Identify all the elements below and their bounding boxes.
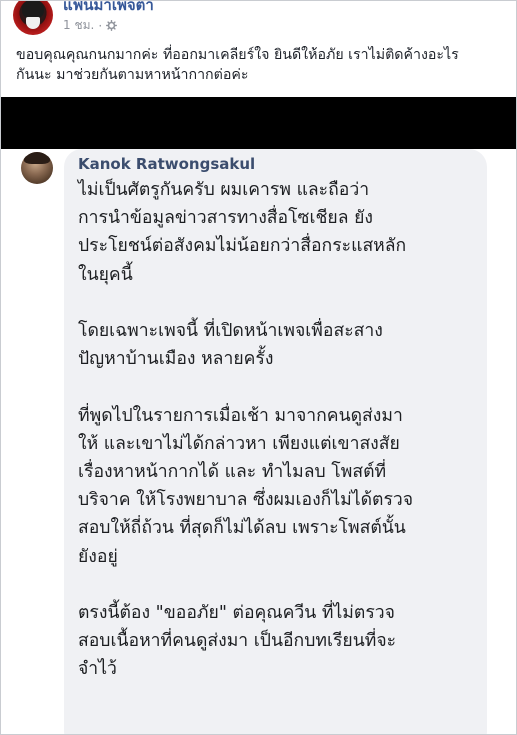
comment-line: ปัญหาบ้านเมือง หลายครั้ง <box>78 349 274 370</box>
post-body: ขอบคุณคุณกนกมากค่ะ ที่ออกมาเคลียร์ใจ ยิน… <box>16 45 506 85</box>
avatar-emblem <box>26 17 40 29</box>
gear-icon[interactable] <box>106 20 118 31</box>
screenshot-frame: แฟนมาเพจตำ 1 ชม. · ขอบคุณคุณกนกมากค่ะ ที… <box>0 0 517 735</box>
comment-line: ตรงนี้ต้อง "ขออภัย" ต่อคุณควีน ที่ไม่ตรว… <box>78 603 395 623</box>
redaction-bar <box>1 97 516 149</box>
comment-line: การนำข้อมูลข่าวสารทางสื่อโซเชียล ยัง <box>78 208 374 229</box>
comment-line: ไม่เป็นศัตรูกันครับ ผมเคารพ และถือว่า <box>78 180 370 200</box>
meta-separator: · <box>98 18 103 33</box>
comment-line: ประโยชน์ต่อสังคมไม่น้อยกว่าสื่อกระแสหลัก <box>78 236 407 257</box>
post-body-line: ขอบคุณคุณกนกมากค่ะ ที่ออกมาเคลียร์ใจ ยิน… <box>16 47 459 63</box>
comment-line: โดยเฉพาะเพจนี้ ที่เปิดหน้าเพจเพื่อสะสาง <box>78 321 383 341</box>
comment-line: ยังอยู่ <box>78 546 118 567</box>
commenter-avatar[interactable] <box>21 152 53 184</box>
page-avatar[interactable] <box>13 1 53 35</box>
comment-line: จำไว้ <box>78 659 117 680</box>
comment-text: ไม่เป็นศัตรูกันครับ ผมเคารพ และถือว่า กา… <box>78 176 483 684</box>
post-author-link[interactable]: แฟนมาเพจตำ <box>63 1 154 17</box>
comment-line: ในยุคนี้ <box>78 264 133 285</box>
post-meta: 1 ชม. · <box>63 16 118 35</box>
comment-line: สอบให้ถี่ถ้วน ที่สุดก็ไม่ได้ลบ เพราะโพสต… <box>78 518 406 539</box>
comment-line: ให้ และเขาไม่ได้กล่าวหา เพียงแต่เขาสงสัย <box>78 433 400 454</box>
post-body-line: กันนะ มาช่วยกันตามหาหน้ากากต่อค่ะ <box>16 67 249 83</box>
avatar-hair <box>24 152 50 164</box>
comment-line: บริจาค ให้โรงพยาบาล ซึ่งผมเองก็ไม่ได้ตรว… <box>78 490 414 511</box>
post-header: แฟนมาเพจตำ 1 ชม. · <box>11 1 506 41</box>
comment-author-link[interactable]: Kanok Ratwongsakul <box>78 155 255 173</box>
comment-line: สอบเนื้อหาที่คนดูส่งมา เป็นอีกบทเรียนที่… <box>78 631 397 652</box>
comment-bubble: Kanok Ratwongsakul ไม่เป็นศัตรูกันครับ ผ… <box>64 149 487 734</box>
comment-line: ที่พูดไปในรายการเมื่อเช้า มาจากคนดูส่งมา <box>78 405 403 426</box>
post-timestamp[interactable]: 1 ชม. <box>63 16 94 35</box>
comment-line: เรื่องหาหน้ากากได้ และ ทำไมลบ โพสต์ที่ <box>78 462 387 482</box>
